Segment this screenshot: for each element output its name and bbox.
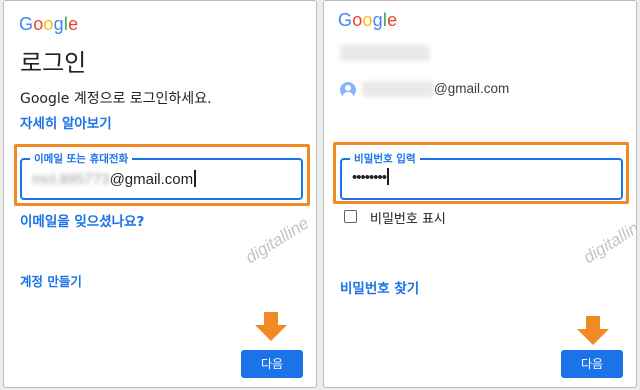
- page-title: 로그인: [20, 49, 87, 77]
- password-masked: ••••••••: [352, 169, 387, 186]
- password-field-value[interactable]: ••••••••: [352, 168, 390, 186]
- account-name-blurred: [340, 45, 430, 61]
- next-button[interactable]: 다음: [561, 350, 623, 378]
- google-logo: Google: [19, 14, 78, 35]
- email-field-label: 이메일 또는 휴대전화: [30, 151, 133, 166]
- page-subtitle: Google 계정으로 로그인하세요.: [20, 91, 212, 107]
- text-caret: [387, 168, 390, 185]
- logo-letter: e: [68, 14, 79, 34]
- signin-email-panel: Google 로그인 Google 계정으로 로그인하세요. 자세히 알아보기 …: [3, 0, 317, 388]
- logo-letter: g: [372, 10, 383, 30]
- learn-more-link[interactable]: 자세히 알아보기: [20, 112, 112, 132]
- email-field-value[interactable]: mcl.895773@gmail.com: [32, 170, 197, 188]
- signin-password-panel: Google @gmail.com 비밀번호 입력 •••••••• 비밀번호 …: [323, 0, 637, 388]
- forgot-password-link[interactable]: 비밀번호 찾기: [340, 277, 419, 297]
- logo-letter: o: [43, 14, 54, 34]
- show-password-checkbox[interactable]: [344, 210, 357, 223]
- arrow-down-icon: [577, 316, 609, 345]
- logo-letter: G: [19, 14, 34, 34]
- watermark: digitalline: [242, 213, 313, 268]
- email-field[interactable]: 이메일 또는 휴대전화 mcl.895773@gmail.com: [20, 151, 303, 200]
- next-button[interactable]: 다음: [241, 350, 303, 378]
- logo-letter: o: [352, 10, 363, 30]
- avatar-icon: [340, 82, 356, 98]
- create-account-link[interactable]: 계정 만들기: [20, 271, 82, 290]
- account-email: @gmail.com: [434, 81, 510, 96]
- account-username-blurred: [362, 81, 434, 97]
- watermark: digitalline: [580, 213, 637, 268]
- password-field[interactable]: 비밀번호 입력 ••••••••: [340, 151, 623, 200]
- logo-letter: G: [338, 10, 353, 30]
- google-logo: Google: [338, 10, 397, 31]
- email-domain: @gmail.com: [109, 171, 194, 188]
- logo-letter: o: [33, 14, 44, 34]
- text-caret: [194, 170, 197, 187]
- arrow-down-icon: [255, 312, 287, 341]
- logo-letter: g: [53, 14, 64, 34]
- email-username-blurred: mcl.895773: [32, 171, 110, 188]
- logo-letter: e: [387, 10, 398, 30]
- password-field-label: 비밀번호 입력: [350, 151, 420, 166]
- forgot-email-link[interactable]: 이메일을 잊으셨나요?: [20, 210, 144, 230]
- logo-letter: o: [362, 10, 373, 30]
- show-password-label[interactable]: 비밀번호 표시: [370, 208, 446, 227]
